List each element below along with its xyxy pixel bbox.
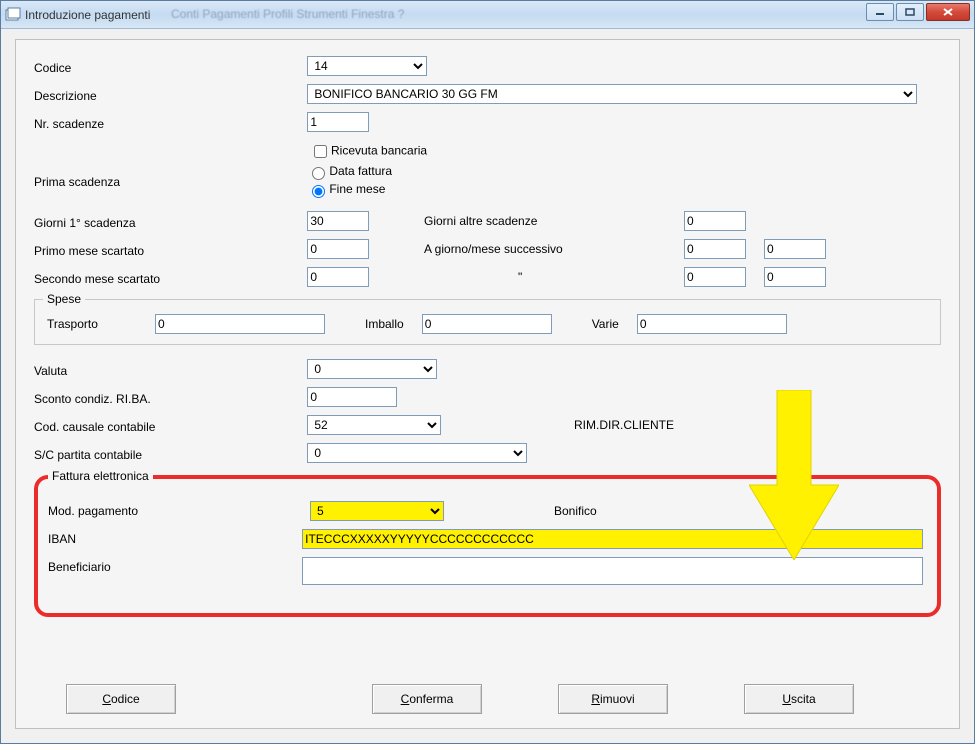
label-imballo: Imballo xyxy=(365,317,404,331)
label-datafattura: Data fattura xyxy=(329,164,392,178)
label-giorni1: Giorni 1° scadenza xyxy=(34,213,304,230)
label-fattel: Fattura elettronica xyxy=(48,469,153,483)
descrizione-select[interactable]: BONIFICO BANCARIO 30 GG FM xyxy=(307,84,917,104)
blurred-menu-background: Conti Pagamenti Profili Strumenti Finest… xyxy=(171,7,404,21)
varie-input[interactable] xyxy=(637,314,787,334)
bonifico-text: Bonifico xyxy=(554,501,597,518)
minimize-button[interactable] xyxy=(866,3,894,21)
close-button[interactable] xyxy=(926,3,970,21)
label-descrizione: Descrizione xyxy=(34,86,304,103)
label-primomese: Primo mese scartato xyxy=(34,241,304,258)
giornialt-input[interactable] xyxy=(684,211,746,231)
modpag-select[interactable]: 5 xyxy=(310,501,444,521)
label-codice: Codice xyxy=(34,58,304,75)
app-icon xyxy=(5,7,21,23)
label-ditto: " xyxy=(518,270,522,284)
fine-mese-radio[interactable] xyxy=(312,185,325,198)
form-panel: Codice 14 Descrizione BONIFICO BANCARIO … xyxy=(15,39,960,729)
uscita-button[interactable]: Uscita xyxy=(744,684,854,714)
label-codcaus: Cod. causale contabile xyxy=(34,417,304,434)
window-title: Introduzione pagamenti xyxy=(25,8,150,22)
agiorno-b-input[interactable] xyxy=(764,239,826,259)
sconto-input[interactable] xyxy=(307,387,397,407)
primomese-input[interactable] xyxy=(307,239,369,259)
spese-fieldset: Spese Trasporto Imballo Varie xyxy=(34,299,941,345)
label-sc: S/C partita contabile xyxy=(34,445,304,462)
trasporto-input[interactable] xyxy=(155,314,325,334)
label-modpag: Mod. pagamento xyxy=(48,501,310,518)
label-varie: Varie xyxy=(592,317,619,331)
label-trasporto: Trasporto xyxy=(47,317,137,331)
codice-select[interactable]: 14 xyxy=(307,56,427,76)
rimdir-text: RIM.DIR.CLIENTE xyxy=(574,418,674,432)
maximize-button[interactable] xyxy=(896,3,924,21)
ricevuta-bancaria-checkbox[interactable] xyxy=(314,145,327,158)
rimuovi-button[interactable]: Rimuovi xyxy=(558,684,668,714)
beneficiario-input[interactable] xyxy=(302,557,923,585)
ditto-a-input[interactable] xyxy=(684,267,746,287)
codice-button[interactable]: Codice xyxy=(66,684,176,714)
label-giornialt: Giorni altre scadenze xyxy=(424,214,537,228)
label-primascadenza: Prima scadenza xyxy=(34,163,304,189)
label-nrscadenze: Nr. scadenze xyxy=(34,114,304,131)
titlebar: Introduzione pagamenti Conti Pagamenti P… xyxy=(1,1,974,29)
app-window: Introduzione pagamenti Conti Pagamenti P… xyxy=(0,0,975,744)
valuta-select[interactable]: 0 xyxy=(307,359,437,379)
label-sconto: Sconto condiz. RI.BA. xyxy=(34,389,304,406)
ditto-b-input[interactable] xyxy=(764,267,826,287)
label-secmese: Secondo mese scartato xyxy=(34,269,304,286)
label-agiorno: A giorno/mese successivo xyxy=(424,242,563,256)
sc-select[interactable]: 0 xyxy=(307,443,527,463)
nrscadenze-input[interactable] xyxy=(307,112,369,132)
agiorno-a-input[interactable] xyxy=(684,239,746,259)
label-benef: Beneficiario xyxy=(48,557,302,574)
highlight-arrow-icon xyxy=(749,390,839,560)
conferma-button[interactable]: Conferma xyxy=(372,684,482,714)
label-ricbancaria: Ricevuta bancaria xyxy=(331,144,427,158)
label-finemese: Fine mese xyxy=(329,182,385,196)
imballo-input[interactable] xyxy=(422,314,552,334)
label-valuta: Valuta xyxy=(34,361,304,378)
giorni1-input[interactable] xyxy=(307,211,369,231)
label-iban: IBAN xyxy=(48,529,302,546)
secmese-input[interactable] xyxy=(307,267,369,287)
label-spese: Spese xyxy=(43,292,85,306)
codcaus-select[interactable]: 52 xyxy=(307,415,441,435)
data-fattura-radio[interactable] xyxy=(312,167,325,180)
